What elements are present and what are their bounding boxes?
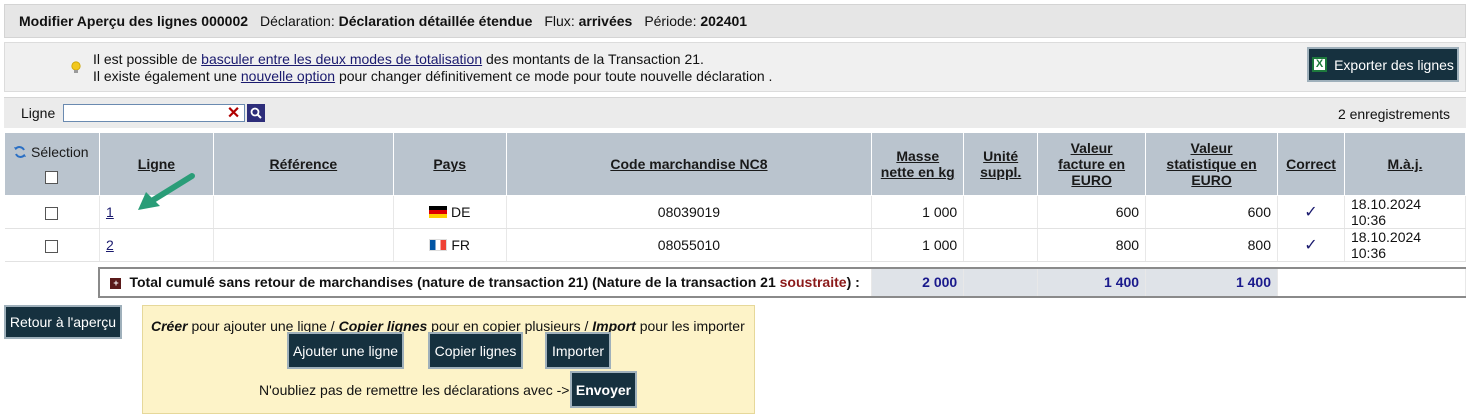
selection-header: Sélection [4,132,100,196]
clear-filter-icon[interactable]: ✕ [227,103,240,123]
code-cell: 08055010 [506,228,873,262]
masse-cell: 1 000 [871,195,965,229]
periode-value: 202401 [700,13,748,29]
new-option-link[interactable]: nouvelle option [241,68,335,84]
germany-flag-icon [428,206,447,218]
lightbulb-icon [71,61,81,73]
import-button[interactable]: Importer [545,332,611,369]
france-flag-icon [429,239,448,251]
unite-cell [963,195,1039,229]
total-valeur-facture: 1 400 [1037,266,1147,298]
actions-box: Créer pour ajouter une ligne / Copier li… [142,305,755,414]
valeur-stat-cell: 800 [1145,228,1278,262]
reference-cell [213,228,394,262]
back-to-overview-button[interactable]: Retour à l'aperçu [4,305,122,339]
export-lines-button[interactable]: X Exporter des lignes [1307,47,1459,82]
record-count: 2 enregistrements [1337,106,1450,122]
header-unite[interactable]: Unité suppl. [963,132,1039,196]
excel-icon: X [1312,57,1328,72]
country-cell: DE [393,195,507,229]
valeur-stat-cell: 600 [1145,195,1278,229]
header-maj[interactable]: M.à.j. [1343,132,1466,196]
table-row: 2 FR 08055010 1 000 800 800 ✓ 18.10.2024… [4,228,1466,262]
unite-cell [963,228,1039,262]
search-icon [250,107,262,119]
row-checkbox[interactable] [45,239,59,253]
lines-table: Sélection Ligne Référence Pays Code marc… [4,132,1466,298]
line-link[interactable]: 1 [106,204,114,220]
maj-cell: 18.10.2024 10:36 [1344,195,1466,229]
filter-bar: Ligne ✕ 2 enregistrements [4,97,1466,128]
total-row: + Total cumulé sans retour de marchandise… [5,266,1466,298]
declaration-label: Déclaration: Déclaration détaillée étend… [260,13,533,29]
country-cell: FR [393,228,507,262]
header-code[interactable]: Code marchandise NC8 [505,132,873,196]
header-pays[interactable]: Pays [392,132,507,196]
total-masse: 2 000 [871,266,965,298]
table-row: 1 DE 08039019 1 000 600 600 ✓ 18.10.2024… [4,195,1466,229]
title-bar: Modifier Aperçu des lignes 000002 Déclar… [4,4,1466,38]
page-title: Modifier Aperçu des lignes 000002 [19,13,249,29]
header-valeur-stat[interactable]: Valeur statistique en EURO [1145,132,1278,196]
header-correct[interactable]: Correct [1277,132,1345,196]
row-checkbox[interactable] [45,206,59,220]
pointer-arrow-icon [138,173,195,210]
header-masse[interactable]: Masse nette en kg [871,132,965,196]
total-label: + Total cumulé sans retour de marchandise… [98,266,873,298]
masse-cell: 1 000 [871,228,965,262]
total-valeur-stat: 1 400 [1145,266,1278,298]
declaration-value: Déclaration détaillée étendue [338,13,533,29]
info-box: Il est possible de basculer entre les de… [4,42,1466,92]
header-reference[interactable]: Référence [212,132,394,196]
info-text: Il est possible de basculer entre les de… [93,51,773,84]
copy-lines-button[interactable]: Copier lignes [428,332,523,369]
valeur-facture-cell: 800 [1037,228,1147,262]
toggle-totalisation-link[interactable]: basculer entre les deux modes de totalis… [201,51,482,67]
flux-value: arrivées [578,13,633,29]
add-line-button[interactable]: Ajouter une ligne [287,332,404,369]
expand-icon[interactable]: + [110,278,122,289]
flux-label: Flux: arrivées [544,13,633,29]
code-cell: 08039019 [506,195,873,229]
search-button[interactable] [247,104,266,122]
checkmark-icon: ✓ [1277,228,1345,262]
line-link[interactable]: 2 [106,237,114,253]
select-all-checkbox[interactable] [45,170,59,184]
checkmark-icon: ✓ [1277,195,1345,229]
valeur-facture-cell: 600 [1037,195,1147,229]
maj-cell: 18.10.2024 10:36 [1344,228,1466,262]
filter-label: Ligne [21,105,56,121]
header-valeur-facture[interactable]: Valeur facture en EURO [1037,132,1147,196]
reference-cell [213,195,394,229]
periode-label: Période: 202401 [644,13,748,29]
send-button[interactable]: Envoyer [570,371,637,408]
reminder-text: N'oubliez pas de remettre les déclaratio… [259,382,570,398]
ligne-filter-input[interactable]: ✕ [63,103,246,123]
refresh-icon[interactable] [13,145,27,159]
